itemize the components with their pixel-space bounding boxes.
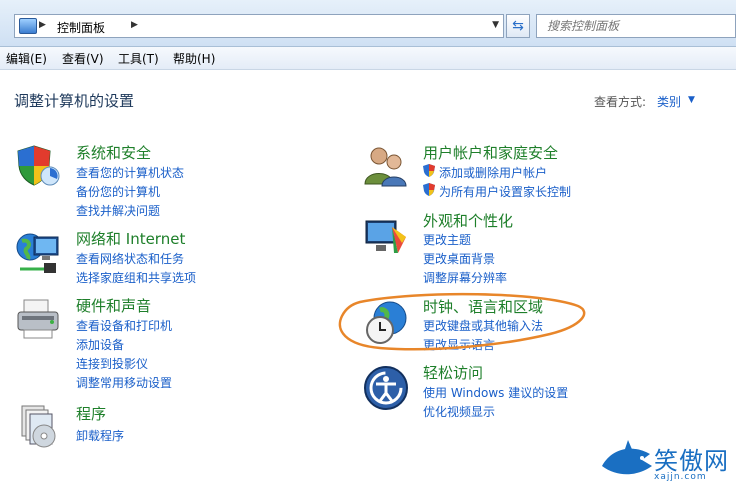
search-box[interactable]: [536, 14, 736, 38]
link-backup[interactable]: 备份您的计算机: [76, 183, 160, 200]
network-icon[interactable]: [14, 229, 62, 277]
link-uninstall[interactable]: 卸载程序: [76, 427, 124, 444]
page-title: 调整计算机的设置: [14, 92, 135, 110]
link-add-device[interactable]: 添加设备: [76, 336, 124, 353]
link-devices-printers[interactable]: 查看设备和打印机: [76, 317, 172, 334]
uac-shield-icon: [423, 183, 435, 196]
chevron-down-icon[interactable]: ▼: [492, 20, 499, 30]
link-network-status[interactable]: 查看网络状态和任务: [76, 250, 184, 267]
category-ease-of-access[interactable]: 轻松访问: [423, 362, 483, 383]
link-mobility[interactable]: 调整常用移动设置: [76, 374, 172, 391]
breadcrumb[interactable]: ▶ 控制面板 ▶ ▼: [14, 14, 504, 38]
menu-help[interactable]: 帮助(H): [173, 50, 215, 67]
link-keyboard-input[interactable]: 更改键盘或其他输入法: [423, 317, 543, 334]
link-display-language[interactable]: 更改显示语言: [423, 336, 495, 353]
chevron-down-icon[interactable]: ▼: [688, 95, 695, 105]
watermark-url: xajjn.com: [654, 472, 707, 482]
clock-globe-icon[interactable]: [362, 298, 410, 346]
view-by-label: 查看方式:: [594, 95, 647, 109]
shield-icon[interactable]: [14, 142, 62, 190]
category-user-accounts[interactable]: 用户帐户和家庭安全: [423, 142, 558, 163]
link-projector[interactable]: 连接到投影仪: [76, 355, 148, 372]
link-parental-controls[interactable]: 为所有用户设置家长控制: [439, 183, 571, 200]
link-troubleshoot[interactable]: 查找并解决问题: [76, 202, 160, 219]
ease-of-access-icon[interactable]: [362, 364, 410, 412]
category-system-security[interactable]: 系统和安全: [76, 142, 151, 163]
uac-shield-icon: [423, 164, 435, 177]
users-icon[interactable]: [362, 142, 410, 190]
control-panel-icon: [19, 18, 37, 34]
menu-tools[interactable]: 工具(T): [118, 50, 159, 67]
refresh-button[interactable]: ⇆: [506, 14, 530, 38]
link-view-status[interactable]: 查看您的计算机状态: [76, 164, 184, 181]
menu-view[interactable]: 查看(V): [62, 50, 104, 67]
address-bar: ▶ 控制面板 ▶ ▼ ⇆: [0, 0, 736, 47]
chevron-right-icon[interactable]: ▶: [39, 20, 46, 30]
link-add-remove-users[interactable]: 添加或删除用户帐户: [439, 164, 547, 181]
view-by-dropdown[interactable]: 类别: [657, 93, 681, 110]
breadcrumb-control-panel[interactable]: 控制面板: [57, 19, 105, 36]
category-clock-language-region[interactable]: 时钟、语言和区域: [423, 296, 543, 317]
category-network-internet[interactable]: 网络和 Internet: [76, 228, 185, 249]
link-desktop-background[interactable]: 更改桌面背景: [423, 250, 495, 267]
menu-edit[interactable]: 编辑(E): [6, 50, 47, 67]
printer-icon[interactable]: [14, 296, 62, 344]
category-appearance[interactable]: 外观和个性化: [423, 210, 513, 231]
link-screen-resolution[interactable]: 调整屏幕分辨率: [423, 269, 507, 286]
link-optimize-display[interactable]: 优化视频显示: [423, 403, 495, 420]
link-windows-suggestions[interactable]: 使用 Windows 建议的设置: [423, 384, 568, 401]
category-programs[interactable]: 程序: [76, 403, 106, 424]
link-change-theme[interactable]: 更改主题: [423, 231, 471, 248]
link-homegroup[interactable]: 选择家庭组和共享选项: [76, 269, 196, 286]
programs-icon[interactable]: [14, 402, 62, 450]
menu-bar: 编辑(E) 查看(V) 工具(T) 帮助(H): [0, 47, 736, 70]
chevron-right-icon[interactable]: ▶: [131, 20, 138, 30]
watermark-text: 笑傲网: [654, 447, 729, 475]
search-input[interactable]: [545, 18, 729, 34]
appearance-icon[interactable]: [362, 213, 410, 261]
category-hardware-sound[interactable]: 硬件和声音: [76, 295, 151, 316]
